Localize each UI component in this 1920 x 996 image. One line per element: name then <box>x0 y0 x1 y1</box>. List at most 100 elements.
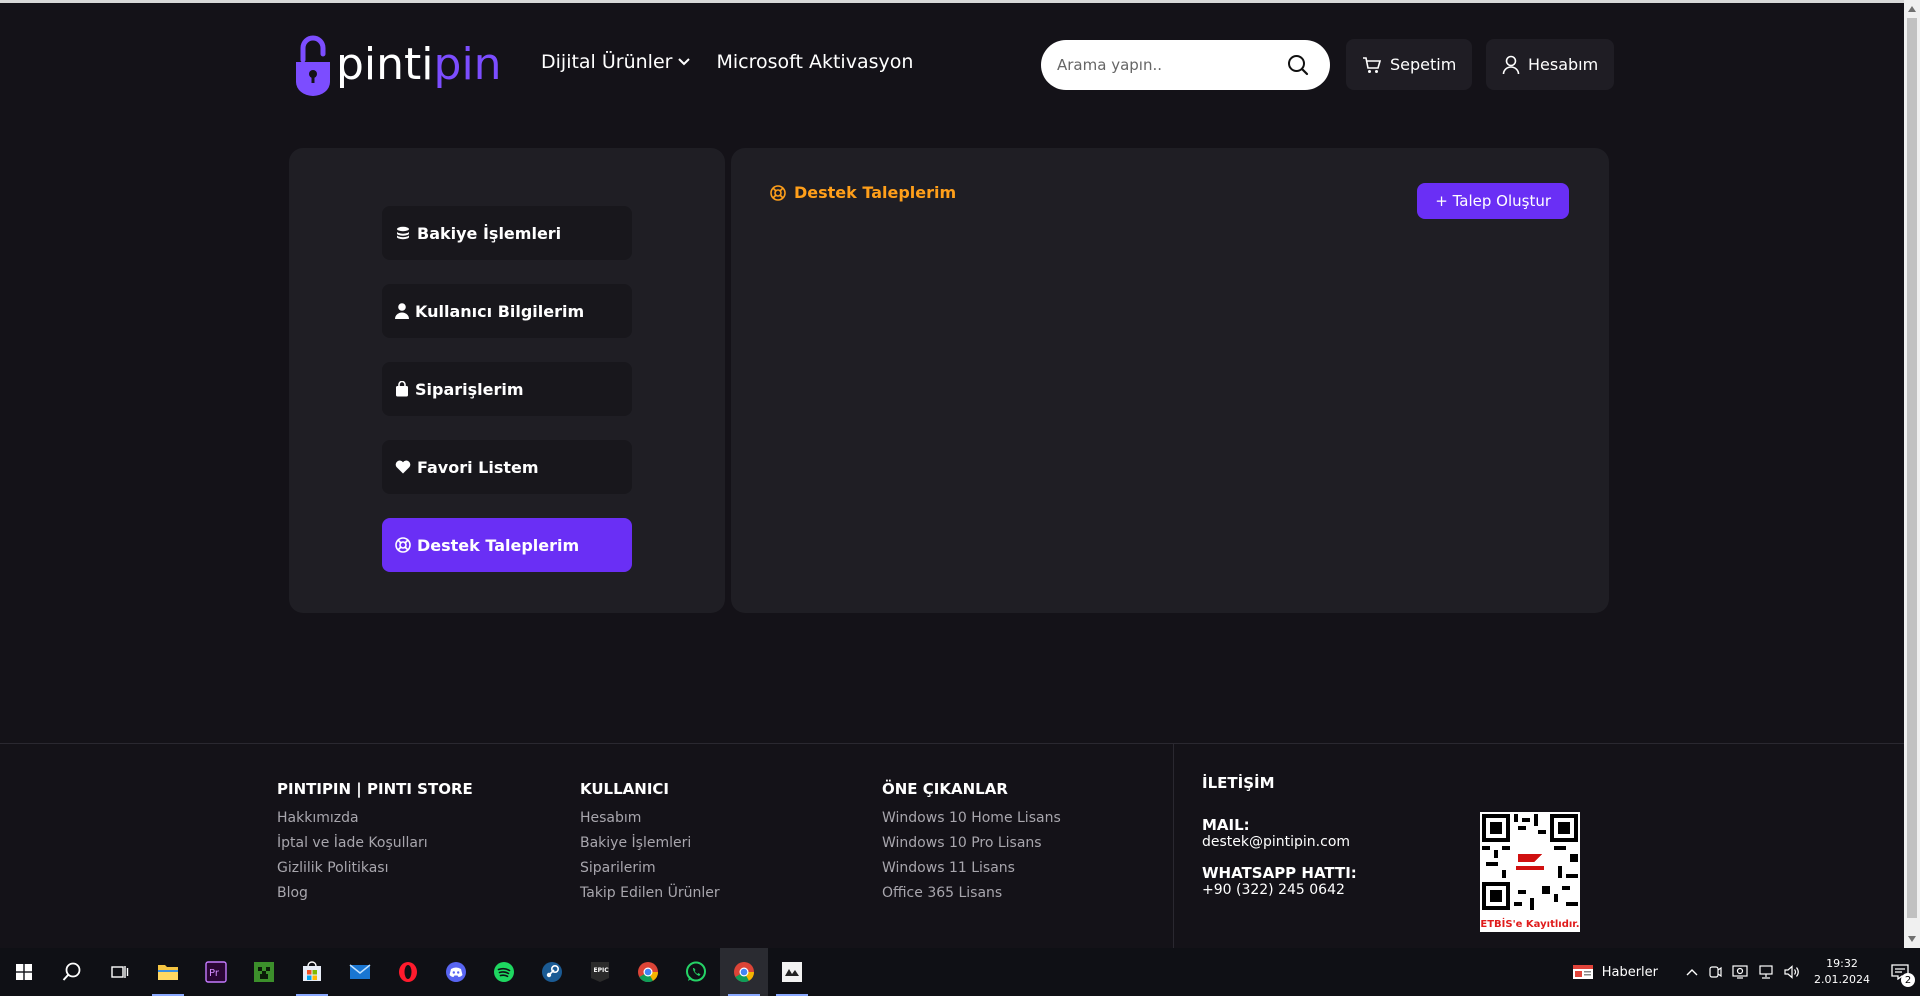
account-label: Hesabım <box>1528 55 1599 74</box>
update-icon[interactable] <box>1732 965 1748 979</box>
life-ring-icon <box>395 537 411 553</box>
meet-icon[interactable] <box>1708 965 1722 979</box>
cart-label: Sepetim <box>1390 55 1457 74</box>
task-view-icon[interactable] <box>96 948 144 996</box>
chrome-icon[interactable] <box>624 948 672 996</box>
search-input[interactable] <box>1057 56 1287 74</box>
news-label[interactable]: Haberler <box>1602 965 1658 980</box>
scroll-up-arrow-icon[interactable] <box>1908 6 1916 12</box>
contact-heading: İLETİŞİM <box>1202 774 1275 792</box>
sidebar-item-orders[interactable]: Siparişlerim <box>382 362 632 416</box>
qr-code-icon <box>1482 814 1578 910</box>
create-ticket-button[interactable]: + Talep Oluştur <box>1417 183 1569 219</box>
sidebar-item-label: Bakiye İşlemleri <box>417 223 562 243</box>
discord-icon[interactable] <box>432 948 480 996</box>
sidebar-item-favorites[interactable]: Favori Listem <box>382 440 632 494</box>
footer-column-user: KULLANICI Hesabım Bakiye İşlemleri Sipar… <box>580 780 720 906</box>
footer-heading: PINTIPIN | PINTI STORE <box>277 780 473 798</box>
footer-link[interactable]: Hakkımızda <box>277 806 473 831</box>
chevron-up-icon[interactable] <box>1686 968 1698 976</box>
sidebar-item-label: Siparişlerim <box>415 379 524 399</box>
sidebar-item-balance[interactable]: Bakiye İşlemleri <box>382 206 632 260</box>
footer-heading: ÖNE ÇIKANLAR <box>882 780 1008 798</box>
sidebar-item-label: Kullanıcı Bilgilerim <box>415 301 585 321</box>
notification-center[interactable]: 2 <box>1880 948 1920 996</box>
app-icon[interactable] <box>768 948 816 996</box>
premiere-icon[interactable]: Pr <box>192 948 240 996</box>
main-nav: Dijital Ürünler Microsoft Aktivasyon <box>541 51 913 73</box>
volume-icon[interactable] <box>1784 965 1800 979</box>
nav-digital-products-label: Dijital Ürünler <box>541 51 673 73</box>
opera-icon[interactable] <box>384 948 432 996</box>
epic-games-icon[interactable]: EPIC <box>576 948 624 996</box>
site-logo[interactable]: pintipin <box>294 31 502 99</box>
whatsapp-value[interactable]: +90 (322) 245 0642 <box>1202 882 1357 898</box>
footer-column-featured: ÖNE ÇIKANLAR Windows 10 Home Lisans Wind… <box>882 780 1061 906</box>
user-icon <box>395 303 409 319</box>
footer-link[interactable]: Windows 10 Home Lisans <box>882 806 1061 831</box>
footer-link[interactable]: Office 365 Lisans <box>882 881 1061 906</box>
footer-link[interactable]: Blog <box>277 881 473 906</box>
windows-taskbar: Pr EPIC Haberler 19:32 2.01.2024 2 <box>0 948 1920 996</box>
support-tickets-panel: Destek Taleplerim + Talep Oluştur <box>731 148 1609 613</box>
spotify-icon[interactable] <box>480 948 528 996</box>
footer-link[interactable]: Windows 10 Pro Lisans <box>882 831 1061 856</box>
footer-link[interactable]: Bakiye İşlemleri <box>580 831 720 856</box>
sidebar-item-label: Favori Listem <box>417 457 539 477</box>
footer-link[interactable]: Takip Edilen Ürünler <box>580 881 720 906</box>
footer-link[interactable]: İptal ve İade Koşulları <box>277 831 473 856</box>
footer-divider <box>1173 744 1174 948</box>
sidebar-item-user-info[interactable]: Kullanıcı Bilgilerim <box>382 284 632 338</box>
start-icon[interactable] <box>0 948 48 996</box>
steam-icon[interactable] <box>528 948 576 996</box>
search-icon[interactable] <box>48 948 96 996</box>
whatsapp-label: WHATSAPP HATTI: <box>1202 864 1357 882</box>
heart-icon <box>395 460 411 474</box>
mail-value[interactable]: destek@pintipin.com <box>1202 834 1357 850</box>
svg-text:EPIC: EPIC <box>594 967 610 974</box>
chrome-active-icon[interactable] <box>720 948 768 996</box>
nav-microsoft-activation-label: Microsoft Aktivasyon <box>716 51 914 73</box>
site-footer: PINTIPIN | PINTI STORE Hakkımızda İptal … <box>0 743 1904 948</box>
cart-button[interactable]: Sepetim <box>1346 39 1473 90</box>
minecraft-icon[interactable] <box>240 948 288 996</box>
footer-link[interactable]: Siparilerim <box>580 856 720 881</box>
search-icon[interactable] <box>1287 54 1309 76</box>
news-icon[interactable] <box>1572 963 1594 981</box>
cart-icon <box>1363 56 1382 73</box>
logo-text-part1: pinti <box>336 39 434 90</box>
whatsapp-icon[interactable] <box>672 948 720 996</box>
mail-label: MAIL: <box>1202 816 1250 834</box>
page-title: Destek Taleplerim <box>770 183 956 202</box>
footer-heading: KULLANICI <box>580 780 669 798</box>
file-explorer-icon[interactable] <box>144 948 192 996</box>
account-sidebar: Bakiye İşlemleri Kullanıcı Bilgilerim Si… <box>289 148 725 613</box>
footer-link[interactable]: Hesabım <box>580 806 720 831</box>
chevron-down-icon <box>678 58 691 66</box>
account-button[interactable]: Hesabım <box>1486 39 1615 90</box>
system-clock[interactable]: 19:32 2.01.2024 <box>1814 956 1870 988</box>
scroll-thumb[interactable] <box>1907 18 1917 918</box>
network-icon[interactable] <box>1758 965 1774 979</box>
padlock-logo-icon <box>296 35 330 96</box>
clock-date: 2.01.2024 <box>1814 973 1870 986</box>
etbis-qr-badge[interactable]: ETBİS'e Kayıtlıdır. <box>1480 812 1580 932</box>
logo-text-part2: pin <box>433 39 502 90</box>
footer-contact: İLETİŞİM MAIL: destek@pintipin.com WHATS… <box>1202 774 1357 912</box>
sidebar-item-label: Destek Taleplerim <box>417 535 580 555</box>
footer-column-store: PINTIPIN | PINTI STORE Hakkımızda İptal … <box>277 780 473 906</box>
system-tray: Haberler 19:32 2.01.2024 2 <box>1572 948 1920 996</box>
nav-microsoft-activation[interactable]: Microsoft Aktivasyon <box>716 51 913 73</box>
browser-page: pintipin Dijital Ürünler Microsoft Aktiv… <box>0 0 1904 948</box>
page-scrollbar[interactable] <box>1904 0 1920 948</box>
mail-icon[interactable] <box>336 948 384 996</box>
life-ring-icon <box>770 184 786 201</box>
nav-digital-products[interactable]: Dijital Ürünler <box>541 51 691 73</box>
scroll-down-arrow-icon[interactable] <box>1908 936 1916 942</box>
page-title-text: Destek Taleplerim <box>794 183 957 202</box>
etbis-caption: ETBİS'e Kayıtlıdır. <box>1480 919 1580 930</box>
store-icon[interactable] <box>288 948 336 996</box>
sidebar-item-support-tickets[interactable]: Destek Taleplerim <box>382 518 632 572</box>
footer-link[interactable]: Gizlilik Politikası <box>277 856 473 881</box>
footer-link[interactable]: Windows 11 Lisans <box>882 856 1061 881</box>
